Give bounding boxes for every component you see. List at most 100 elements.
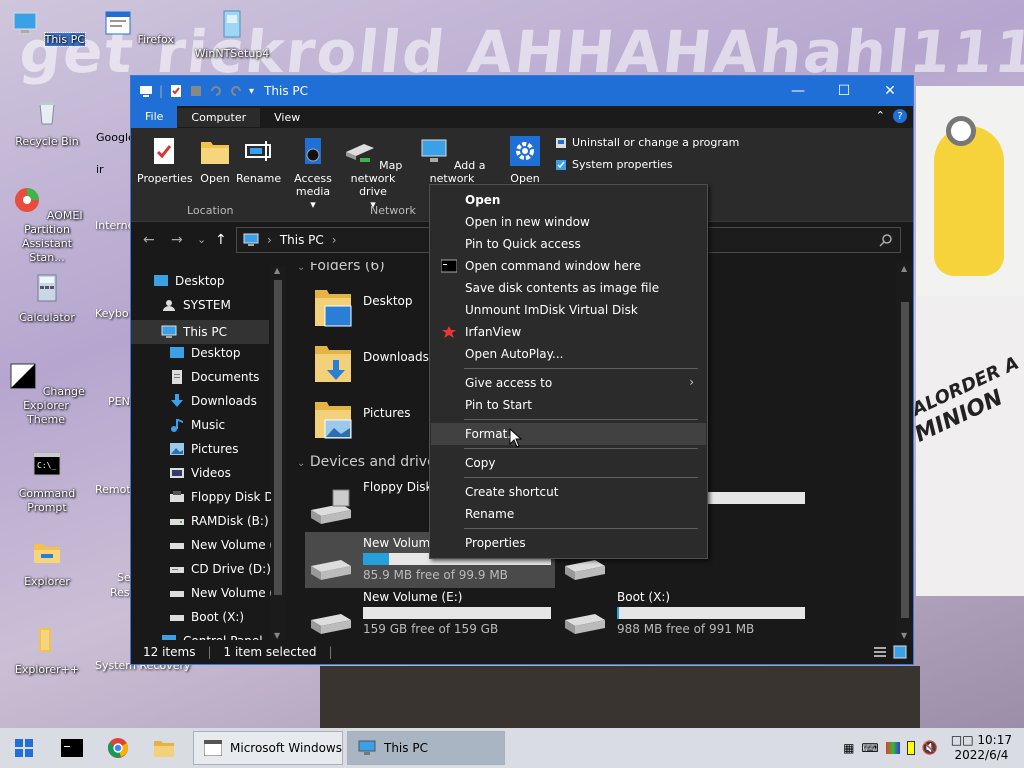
maximize-button[interactable]: ☐ (821, 76, 867, 106)
taskbar-app-microsoft-windows[interactable]: Microsoft Windows (193, 731, 343, 765)
nav-item-videos[interactable]: Videos (169, 466, 231, 480)
nav-item-cd-drive[interactable]: CD Drive (D:) (169, 562, 271, 576)
rename-button[interactable]: Rename (236, 136, 281, 185)
large-icons-view-icon[interactable] (893, 645, 907, 659)
customize-quick-access-icon[interactable]: ▾ (249, 86, 254, 97)
title-bar[interactable]: | ▾ This PC — ☐ ✕ (131, 76, 913, 106)
desktop-icon-aomei[interactable]: AOMEI Partition Assistant Stan... (9, 184, 85, 265)
nav-item-music[interactable]: Music (169, 418, 225, 432)
menu-item-open-autoplay[interactable]: Open AutoPlay... (431, 343, 706, 365)
usb-icon[interactable] (906, 741, 915, 755)
scroll-down-icon[interactable]: ▼ (901, 631, 907, 640)
nav-item-desktop[interactable]: Desktop (153, 274, 225, 288)
map-network-drive-button[interactable]: Map network drive ▾ (337, 136, 409, 211)
nav-scroll-thumb[interactable] (274, 280, 282, 595)
volume-muted-icon[interactable]: 🔇 (922, 741, 938, 756)
system-properties-button[interactable]: System properties (555, 158, 673, 171)
nav-item-this-pc[interactable]: This PC (131, 320, 269, 344)
nav-item-desktop-folder[interactable]: Desktop (169, 346, 241, 360)
desktop-icon-winntsetup[interactable]: WinNTSetup4 (194, 8, 270, 61)
desktop-icon-recycle-bin[interactable]: Recycle Bin (9, 96, 85, 149)
nav-item-documents[interactable]: Documents (169, 370, 259, 384)
properties-icon[interactable] (169, 84, 183, 98)
menu-item-create-shortcut[interactable]: Create shortcut (431, 481, 706, 503)
desktop-icon-command-prompt[interactable]: C:\_ Command Prompt (9, 448, 85, 515)
nav-item-pictures[interactable]: Pictures (169, 442, 239, 456)
menu-separator (464, 448, 698, 449)
desktop-icon-explorer-plus-plus[interactable]: Explorer++ (9, 624, 85, 677)
scroll-up-icon[interactable]: ▲ (274, 266, 280, 275)
color-icon[interactable] (885, 742, 900, 754)
desktop-icon-this-pc[interactable]: This PC (9, 8, 86, 47)
forward-button[interactable]: → (171, 232, 183, 248)
menu-item-irfanview[interactable]: IrfanView (431, 321, 706, 343)
recent-locations-button[interactable]: ⌄ (197, 233, 206, 246)
menu-item-give-access-to[interactable]: Give access to › (431, 372, 706, 394)
open-settings-button[interactable]: Open (503, 136, 547, 185)
nav-item-system[interactable]: SYSTEM (161, 298, 231, 312)
menu-item-pin-to-quick-access[interactable]: Pin to Quick access (431, 233, 706, 255)
menu-item-copy[interactable]: Copy (431, 452, 706, 474)
nav-item-floppy[interactable]: Floppy Disk Dri (169, 490, 282, 504)
collapse-ribbon-icon[interactable]: ⌃ (876, 109, 885, 123)
drive-boot[interactable]: Boot (X:) 988 MB free of 991 MB (563, 590, 805, 638)
taskbar-explorer[interactable] (142, 728, 186, 768)
content-scroll-thumb[interactable] (901, 302, 909, 618)
nav-item-downloads[interactable]: Downloads (169, 394, 257, 408)
nav-item-new-volume-e[interactable]: New Volume (E (169, 586, 282, 600)
taskbar-chrome[interactable] (96, 728, 140, 768)
undo-icon[interactable] (209, 84, 223, 98)
add-network-location-button[interactable]: Add a network (411, 136, 493, 185)
nav-item-new-volume-c[interactable]: New Volume (C (169, 538, 283, 552)
tab-computer[interactable]: Computer (177, 107, 261, 127)
close-button[interactable]: ✕ (867, 76, 913, 106)
folder-desktop[interactable]: Desktop (313, 286, 413, 330)
nav-item-ramdisk[interactable]: RAMDisk (B:) (169, 514, 269, 528)
open-button[interactable]: Open (195, 136, 235, 185)
desktop-icon-calculator[interactable]: Calculator (9, 272, 85, 325)
back-button[interactable]: ← (143, 232, 155, 248)
menu-item-open[interactable]: Open (431, 189, 706, 211)
scroll-up-icon[interactable]: ▲ (901, 264, 907, 273)
folders-heading[interactable]: ⌄ Folders (6) (297, 262, 385, 274)
menu-item-format[interactable]: Format... (431, 423, 706, 445)
minimize-button[interactable]: — (775, 76, 821, 106)
drive-floppy[interactable]: Floppy Disk D (309, 480, 446, 528)
menu-item-open-in-new-window[interactable]: Open in new window (431, 211, 706, 233)
network-icon[interactable]: ▦ (843, 741, 854, 755)
desktop-icon-change-explorer-theme[interactable]: Change Explorer Theme (3, 360, 89, 427)
desktop-icon-firefox[interactable]: Firefox (100, 8, 176, 47)
access-media-button[interactable]: Access media ▾ (291, 136, 335, 211)
breadcrumb-this-pc[interactable]: This PC (280, 233, 324, 247)
tab-file[interactable]: File (131, 106, 178, 128)
taskbar-cmd[interactable] (50, 728, 94, 768)
devices-heading[interactable]: ⌄ Devices and drive (297, 454, 436, 470)
new-folder-icon[interactable] (189, 84, 203, 98)
menu-item-unmount-imdisk[interactable]: Unmount ImDisk Virtual Disk (431, 299, 706, 321)
uninstall-program-button[interactable]: Uninstall or change a program (555, 136, 739, 149)
details-view-icon[interactable] (873, 645, 887, 659)
properties-button[interactable]: Properties (137, 136, 193, 185)
drive-new-volume-e[interactable]: New Volume (E:) 159 GB free of 159 GB (309, 590, 551, 638)
search-icon[interactable] (879, 233, 893, 247)
folder-downloads[interactable]: Downloads (313, 342, 429, 386)
help-icon[interactable]: ? (893, 109, 907, 123)
nav-scrollbar[interactable]: ▲ ▼ (271, 266, 285, 640)
redo-icon[interactable] (229, 84, 243, 98)
menu-item-rename[interactable]: Rename (431, 503, 706, 525)
scroll-down-icon[interactable]: ▼ (274, 631, 280, 640)
desktop-icon-explorer[interactable]: Explorer (9, 536, 85, 589)
folder-pictures[interactable]: Pictures (313, 398, 411, 442)
menu-item-open-command-window[interactable]: Open command window here (431, 255, 706, 277)
tab-view[interactable]: View (260, 108, 314, 127)
menu-item-pin-to-start[interactable]: Pin to Start (431, 394, 706, 416)
content-scrollbar[interactable]: ▲ ▼ (897, 262, 913, 642)
taskbar-app-this-pc[interactable]: This PC (347, 731, 505, 765)
up-button[interactable]: ↑ (215, 232, 227, 248)
start-button[interactable] (0, 728, 48, 768)
clock[interactable]: □□ 10:17 2022/6/4 (951, 733, 1012, 763)
keyboard-icon[interactable]: ⌨ (861, 741, 878, 755)
menu-item-properties[interactable]: Properties (431, 532, 706, 554)
menu-item-save-disk-image[interactable]: Save disk contents as image file (431, 277, 706, 299)
nav-item-boot[interactable]: Boot (X:) (169, 610, 244, 624)
